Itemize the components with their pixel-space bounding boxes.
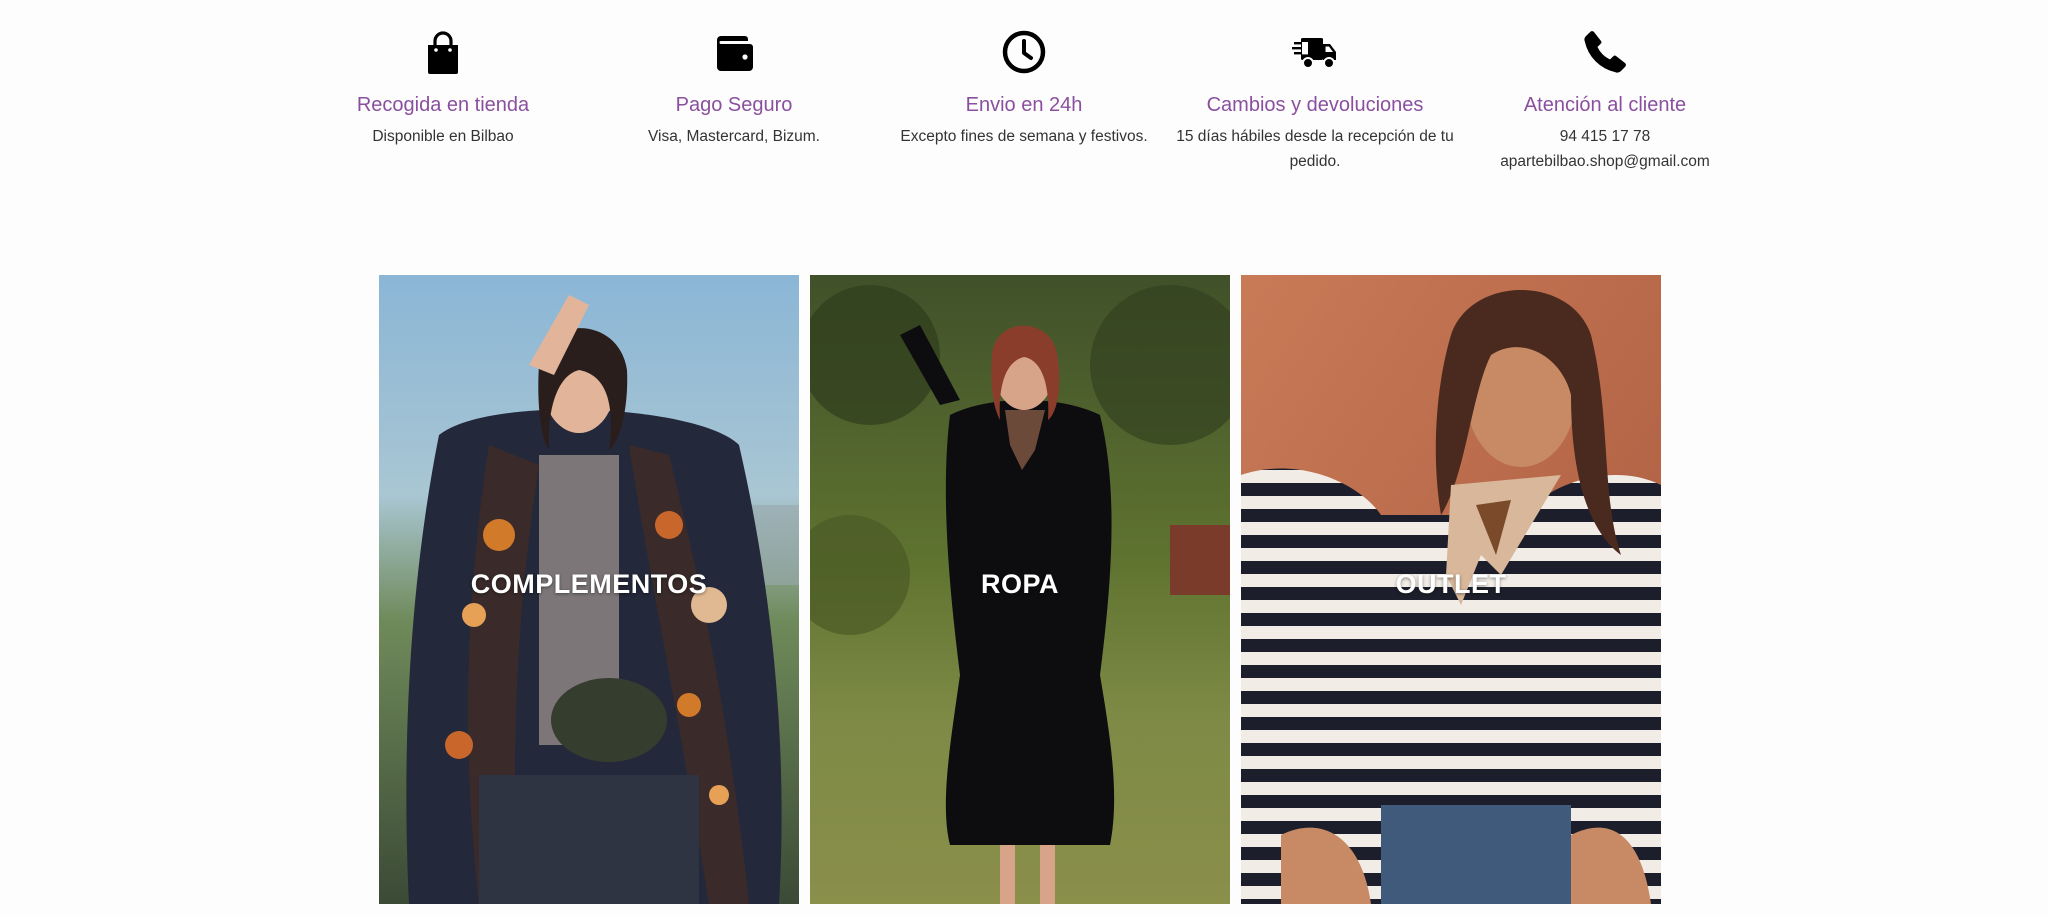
feature-title: Recogida en tienda: [356, 94, 530, 116]
feature-customer-service: Atención al cliente 94 415 17 78 aparteb…: [1460, 28, 1750, 174]
feature-returns: Cambios y devoluciones 15 días hábiles d…: [1170, 28, 1460, 174]
wallet-icon: [710, 28, 758, 76]
feature-email[interactable]: apartebilbao.shop@gmail.com: [1460, 149, 1750, 174]
category-card-outlet[interactable]: OUTLET: [1241, 275, 1661, 904]
feature-title: Pago Seguro: [675, 94, 793, 116]
category-card-ropa[interactable]: ROPA: [810, 275, 1230, 904]
feature-secure-payment: Pago Seguro Visa, Mastercard, Bizum.: [589, 28, 879, 149]
category-grid: COMPLEMENTOS ROPA OUTLET: [379, 275, 1661, 904]
feature-description-line: 15 días hábiles desde la recepción de tu: [1176, 128, 1454, 145]
feature-24h-shipping: Envio en 24h Excepto fines de semana y f…: [879, 28, 1169, 149]
feature-description-line: Disponible en Bilbao: [372, 128, 514, 145]
category-card-complementos[interactable]: COMPLEMENTOS: [379, 275, 799, 904]
category-label: OUTLET: [1395, 569, 1507, 599]
category-label: ROPA: [980, 569, 1059, 599]
feature-title: Cambios y devoluciones: [1206, 94, 1424, 116]
feature-description: Disponible en Bilbao: [298, 124, 588, 149]
feature-description: Visa, Mastercard, Bizum.: [589, 124, 879, 149]
feature-description: Excepto fines de semana y festivos.: [879, 124, 1169, 149]
category-label: COMPLEMENTOS: [470, 569, 708, 599]
feature-description-line: Visa, Mastercard, Bizum.: [648, 128, 820, 145]
clock-icon: [1000, 28, 1048, 76]
feature-description: 94 415 17 78 apartebilbao.shop@gmail.com: [1460, 124, 1750, 174]
feature-description-line: Excepto fines de semana y festivos.: [900, 128, 1148, 145]
feature-phone[interactable]: 94 415 17 78: [1460, 124, 1750, 149]
feature-store-pickup: Recogida en tienda Disponible en Bilbao: [298, 28, 588, 149]
feature-title: Atención al cliente: [1523, 94, 1687, 116]
feature-description: 15 días hábiles desde la recepción de tu…: [1175, 124, 1455, 174]
shopping-bag-icon: [419, 28, 467, 76]
phone-icon: [1581, 28, 1629, 76]
feature-description-line: pedido.: [1289, 153, 1341, 170]
store-features: Recogida en tienda Disponible en Bilbao …: [0, 0, 2048, 230]
delivery-truck-icon: [1291, 28, 1339, 76]
feature-title: Envio en 24h: [965, 94, 1083, 116]
